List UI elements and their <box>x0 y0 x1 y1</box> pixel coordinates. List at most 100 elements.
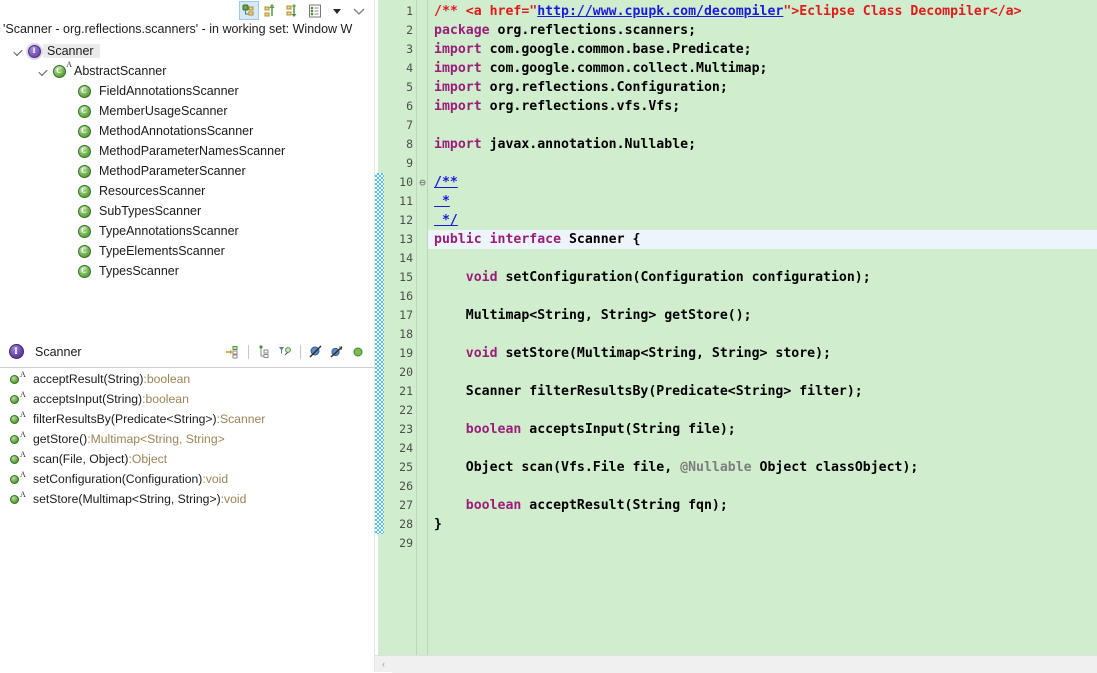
outline-member-item[interactable]: Ascan(File, Object) : Object <box>0 449 375 469</box>
hierarchy-tree-item[interactable]: C MethodParameterScanner <box>0 161 375 181</box>
code-line[interactable]: boolean acceptResult(String fqn); <box>428 496 1097 515</box>
class-icon: C <box>75 123 93 139</box>
hierarchy-tree[interactable]: I Scanner C A AbstractScanner C FieldAnnotatio… <box>0 41 375 331</box>
code-line[interactable] <box>428 439 1097 458</box>
line-number: 20 <box>399 365 413 379</box>
code-token: Multimap<String, String> getStore(); <box>434 308 752 323</box>
focus-on-selection-icon[interactable] <box>223 342 243 361</box>
code-line[interactable] <box>428 534 1097 553</box>
toolbar-separator <box>300 344 301 359</box>
code-token: /** <a href=" <box>434 4 538 19</box>
hierarchy-tree-item[interactable]: C A AbstractScanner <box>0 61 375 81</box>
code-line[interactable]: boolean acceptsInput(String file); <box>428 420 1097 439</box>
code-line[interactable] <box>428 325 1097 344</box>
outline-member-item[interactable]: AacceptsInput(String) : boolean <box>0 389 375 409</box>
hierarchy-tree-item[interactable]: C SubTypesScanner <box>0 201 375 221</box>
hierarchy-tree-item[interactable]: C MemberUsageScanner <box>0 101 375 121</box>
hierarchy-item-label: MethodAnnotationsScanner <box>99 124 254 138</box>
toolbar-separator <box>248 344 249 359</box>
member-list-icon[interactable] <box>305 1 325 20</box>
member-signature: acceptResult(String) <box>33 372 144 386</box>
line-number: 16 <box>399 289 413 303</box>
code-line[interactable]: Multimap<String, String> getStore(); <box>428 306 1097 325</box>
code-line[interactable]: /** <box>428 173 1097 192</box>
outline-member-item[interactable]: AgetStore() : Multimap<String, String> <box>0 429 375 449</box>
type-hierarchy-view: 'Scanner - org.reflections.scanners' - i… <box>0 0 375 332</box>
code-line[interactable]: */ <box>428 211 1097 230</box>
outline-member-item[interactable]: AsetStore(Multimap<String, String>) : vo… <box>0 489 375 509</box>
horizontal-scrollbar[interactable]: ‹ <box>375 655 1097 673</box>
line-number: 12 <box>399 213 413 227</box>
hide-nonpublic-icon[interactable] <box>348 342 368 361</box>
code-line[interactable]: void setConfiguration(Configuration conf… <box>428 268 1097 287</box>
code-token: org.reflections.Configuration; <box>489 80 728 95</box>
code-line[interactable]: import com.google.common.collect.Multima… <box>428 59 1097 78</box>
code-line[interactable] <box>428 154 1097 173</box>
hierarchy-tree-item[interactable]: C TypeAnnotationsScanner <box>0 221 375 241</box>
outline-member-item[interactable]: AfilterResultsBy(Predicate<String>) : Sc… <box>0 409 375 429</box>
code-line[interactable]: void setStore(Multimap<String, String> s… <box>428 344 1097 363</box>
hierarchy-tree-item[interactable]: C MethodAnnotationsScanner <box>0 121 375 141</box>
fold-toggle-icon[interactable]: ⊖ <box>417 173 428 192</box>
code-line[interactable] <box>428 116 1097 135</box>
hierarchy-tree-item[interactable]: C MethodParameterNamesScanner <box>0 141 375 161</box>
hierarchy-item-label: SubTypesScanner <box>99 204 202 218</box>
scroll-track[interactable] <box>392 655 1097 673</box>
hierarchy-tree-item[interactable]: C FieldAnnotationsScanner <box>0 81 375 101</box>
code-line[interactable]: public interface Scanner { <box>428 230 1097 249</box>
line-number: 17 <box>399 308 413 322</box>
code-line[interactable]: import com.google.common.base.Predicate; <box>428 40 1097 59</box>
line-number: 22 <box>399 403 413 417</box>
twisty-expanded-icon[interactable] <box>37 65 50 78</box>
twisty-expanded-icon[interactable] <box>12 45 25 58</box>
code-line[interactable]: package org.reflections.scanners; <box>428 21 1097 40</box>
hide-fields-icon[interactable] <box>306 342 326 361</box>
hierarchy-tree-item[interactable]: I Scanner <box>0 41 375 61</box>
code-line[interactable] <box>428 401 1097 420</box>
chevron-down-icon[interactable] <box>327 1 347 20</box>
outline-member-item[interactable]: AacceptResult(String) : boolean <box>0 369 375 389</box>
hierarchy-tree-item[interactable]: C ResourcesScanner <box>0 181 375 201</box>
code-line[interactable]: /** <a href="http://www.cpupk.com/decomp… <box>428 2 1097 21</box>
code-line[interactable]: import javax.annotation.Nullable; <box>428 135 1097 154</box>
code-line[interactable]: Scanner filterResultsBy(Predicate<String… <box>428 382 1097 401</box>
code-token: Scanner filterResultsBy(Predicate<String… <box>434 384 863 399</box>
line-number: 8 <box>406 137 413 151</box>
code-line[interactable]: * <box>428 192 1097 211</box>
subtype-hierarchy-icon[interactable] <box>283 1 303 20</box>
code-line[interactable]: Object scan(Vfs.File file, @Nullable Obj… <box>428 458 1097 477</box>
twisty-none <box>62 165 75 178</box>
code-line[interactable]: } <box>428 515 1097 534</box>
code-token: Object scan(Vfs.File file, <box>434 460 681 475</box>
code-line[interactable] <box>428 477 1097 496</box>
sort-icon[interactable] <box>254 342 274 361</box>
line-number: 21 <box>399 384 413 398</box>
outline-member-item[interactable]: AsetConfiguration(Configuration) : void <box>0 469 375 489</box>
supertype-hierarchy-icon[interactable] <box>261 1 281 20</box>
member-return-type: void <box>205 472 229 486</box>
line-number: 5 <box>406 80 413 94</box>
hierarchy-tree-item[interactable]: C TypesScanner <box>0 261 375 281</box>
code-line[interactable] <box>428 287 1097 306</box>
twisty-none <box>62 145 75 158</box>
line-number: 9 <box>406 156 413 170</box>
filter-icon[interactable] <box>275 342 295 361</box>
hide-static-icon[interactable]: S <box>327 342 347 361</box>
code-line[interactable]: import org.reflections.Configuration; <box>428 78 1097 97</box>
minimize-icon[interactable] <box>349 1 369 20</box>
hierarchy-tree-item[interactable]: C TypeElementsScanner <box>0 241 375 261</box>
code-text-area[interactable]: /** <a href="http://www.cpupk.com/decomp… <box>428 0 1097 672</box>
code-line[interactable]: import org.reflections.vfs.Vfs; <box>428 97 1097 116</box>
code-line[interactable] <box>428 363 1097 382</box>
code-line[interactable] <box>428 249 1097 268</box>
line-number: 24 <box>399 441 413 455</box>
member-signature: getStore() <box>33 432 88 446</box>
line-number: 15 <box>399 270 413 284</box>
scroll-left-icon[interactable]: ‹ <box>375 656 392 673</box>
java-code-editor[interactable]: 1 2 3 4 5 6 7 8 9 10 11 12 13 14 15 16 17 18 19 20 21 22 23 24 2… <box>375 0 1097 672</box>
code-token: boolean <box>465 422 522 437</box>
outline-member-list[interactable]: AacceptResult(String) : boolean AacceptsI… <box>0 369 375 509</box>
method-icon: A <box>10 370 26 384</box>
hierarchy-item-label: MethodParameterScanner <box>99 164 246 178</box>
type-hierarchy-icon[interactable] <box>239 1 259 20</box>
